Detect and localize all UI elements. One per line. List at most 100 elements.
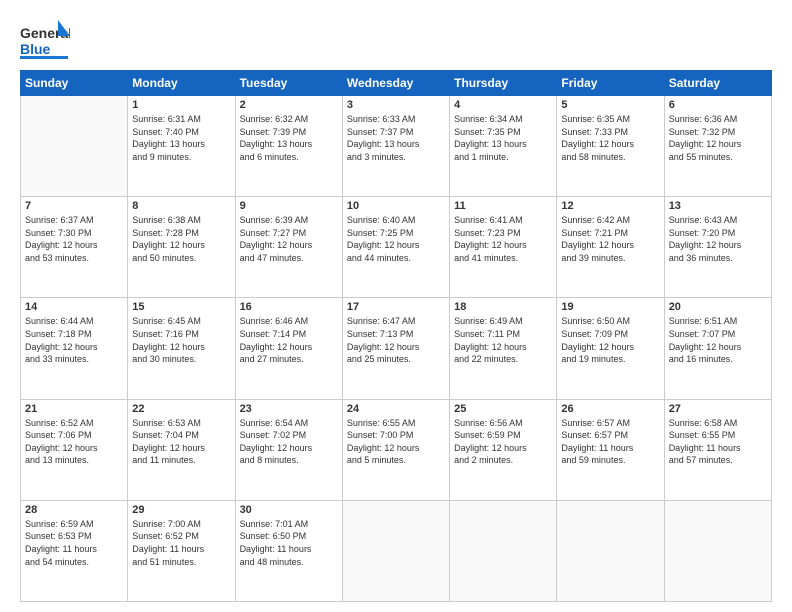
calendar-cell: 25 Sunrise: 6:56 AM Sunset: 6:59 PM Dayli…	[450, 399, 557, 500]
day-number: 12	[561, 200, 659, 212]
calendar-week-4: 28 Sunrise: 6:59 AM Sunset: 6:53 PM Dayli…	[21, 500, 772, 601]
calendar-cell	[557, 500, 664, 601]
day-number: 7	[25, 200, 123, 212]
calendar-cell: 21 Sunrise: 6:52 AM Sunset: 7:06 PM Dayli…	[21, 399, 128, 500]
day-number: 5	[561, 99, 659, 111]
day-info: Sunrise: 6:39 AM Sunset: 7:27 PM Dayligh…	[240, 214, 338, 264]
day-number: 3	[347, 99, 445, 111]
day-number: 10	[347, 200, 445, 212]
day-info: Sunrise: 6:55 AM Sunset: 7:00 PM Dayligh…	[347, 417, 445, 467]
day-info: Sunrise: 6:59 AM Sunset: 6:53 PM Dayligh…	[25, 518, 123, 568]
day-info: Sunrise: 7:00 AM Sunset: 6:52 PM Dayligh…	[132, 518, 230, 568]
logo-icon: General Blue	[20, 18, 70, 62]
calendar-cell: 19 Sunrise: 6:50 AM Sunset: 7:09 PM Dayli…	[557, 298, 664, 399]
day-info: Sunrise: 6:35 AM Sunset: 7:33 PM Dayligh…	[561, 113, 659, 163]
day-info: Sunrise: 6:56 AM Sunset: 6:59 PM Dayligh…	[454, 417, 552, 467]
day-info: Sunrise: 6:33 AM Sunset: 7:37 PM Dayligh…	[347, 113, 445, 163]
calendar-cell: 3 Sunrise: 6:33 AM Sunset: 7:37 PM Daylig…	[342, 96, 449, 197]
calendar-header-thursday: Thursday	[450, 71, 557, 96]
logo: General Blue	[20, 18, 70, 62]
day-info: Sunrise: 6:57 AM Sunset: 6:57 PM Dayligh…	[561, 417, 659, 467]
calendar-header-saturday: Saturday	[664, 71, 771, 96]
calendar-cell: 7 Sunrise: 6:37 AM Sunset: 7:30 PM Daylig…	[21, 197, 128, 298]
calendar-cell: 2 Sunrise: 6:32 AM Sunset: 7:39 PM Daylig…	[235, 96, 342, 197]
day-number: 1	[132, 99, 230, 111]
calendar-cell: 27 Sunrise: 6:58 AM Sunset: 6:55 PM Dayli…	[664, 399, 771, 500]
day-number: 25	[454, 403, 552, 415]
calendar-cell: 24 Sunrise: 6:55 AM Sunset: 7:00 PM Dayli…	[342, 399, 449, 500]
day-number: 14	[25, 301, 123, 313]
day-number: 30	[240, 504, 338, 516]
calendar-table: SundayMondayTuesdayWednesdayThursdayFrid…	[20, 70, 772, 602]
day-info: Sunrise: 6:43 AM Sunset: 7:20 PM Dayligh…	[669, 214, 767, 264]
calendar-header-sunday: Sunday	[21, 71, 128, 96]
day-info: Sunrise: 6:53 AM Sunset: 7:04 PM Dayligh…	[132, 417, 230, 467]
day-number: 15	[132, 301, 230, 313]
page: General Blue SundayMondayTuesdayWednesda…	[0, 0, 792, 612]
day-info: Sunrise: 6:47 AM Sunset: 7:13 PM Dayligh…	[347, 315, 445, 365]
day-info: Sunrise: 6:52 AM Sunset: 7:06 PM Dayligh…	[25, 417, 123, 467]
day-info: Sunrise: 6:58 AM Sunset: 6:55 PM Dayligh…	[669, 417, 767, 467]
day-info: Sunrise: 6:41 AM Sunset: 7:23 PM Dayligh…	[454, 214, 552, 264]
calendar-cell: 12 Sunrise: 6:42 AM Sunset: 7:21 PM Dayli…	[557, 197, 664, 298]
day-number: 28	[25, 504, 123, 516]
day-number: 2	[240, 99, 338, 111]
day-info: Sunrise: 6:50 AM Sunset: 7:09 PM Dayligh…	[561, 315, 659, 365]
calendar-cell: 5 Sunrise: 6:35 AM Sunset: 7:33 PM Daylig…	[557, 96, 664, 197]
day-info: Sunrise: 6:54 AM Sunset: 7:02 PM Dayligh…	[240, 417, 338, 467]
day-number: 19	[561, 301, 659, 313]
day-number: 23	[240, 403, 338, 415]
day-number: 26	[561, 403, 659, 415]
calendar-cell: 20 Sunrise: 6:51 AM Sunset: 7:07 PM Dayli…	[664, 298, 771, 399]
calendar-cell: 8 Sunrise: 6:38 AM Sunset: 7:28 PM Daylig…	[128, 197, 235, 298]
day-number: 4	[454, 99, 552, 111]
calendar-header-friday: Friday	[557, 71, 664, 96]
day-number: 20	[669, 301, 767, 313]
calendar-cell	[664, 500, 771, 601]
calendar-cell: 11Sunrise: 6:41 AM Sunset: 7:23 PM Dayli…	[450, 197, 557, 298]
calendar-cell: 17Sunrise: 6:47 AM Sunset: 7:13 PM Dayli…	[342, 298, 449, 399]
day-info: Sunrise: 6:49 AM Sunset: 7:11 PM Dayligh…	[454, 315, 552, 365]
day-number: 27	[669, 403, 767, 415]
calendar-cell	[342, 500, 449, 601]
calendar-week-0: 1Sunrise: 6:31 AM Sunset: 7:40 PM Daylig…	[21, 96, 772, 197]
calendar-header-wednesday: Wednesday	[342, 71, 449, 96]
day-info: Sunrise: 6:42 AM Sunset: 7:21 PM Dayligh…	[561, 214, 659, 264]
calendar-cell: 28 Sunrise: 6:59 AM Sunset: 6:53 PM Dayli…	[21, 500, 128, 601]
day-info: Sunrise: 6:32 AM Sunset: 7:39 PM Dayligh…	[240, 113, 338, 163]
day-number: 9	[240, 200, 338, 212]
calendar-cell: 4 Sunrise: 6:34 AM Sunset: 7:35 PM Daylig…	[450, 96, 557, 197]
svg-text:Blue: Blue	[20, 41, 51, 57]
calendar-header-tuesday: Tuesday	[235, 71, 342, 96]
day-info: Sunrise: 6:36 AM Sunset: 7:32 PM Dayligh…	[669, 113, 767, 163]
day-info: Sunrise: 7:01 AM Sunset: 6:50 PM Dayligh…	[240, 518, 338, 568]
day-number: 13	[669, 200, 767, 212]
day-number: 24	[347, 403, 445, 415]
calendar-header-row: SundayMondayTuesdayWednesdayThursdayFrid…	[21, 71, 772, 96]
day-info: Sunrise: 6:34 AM Sunset: 7:35 PM Dayligh…	[454, 113, 552, 163]
day-info: Sunrise: 6:45 AM Sunset: 7:16 PM Dayligh…	[132, 315, 230, 365]
day-number: 21	[25, 403, 123, 415]
day-info: Sunrise: 6:38 AM Sunset: 7:28 PM Dayligh…	[132, 214, 230, 264]
day-info: Sunrise: 6:37 AM Sunset: 7:30 PM Dayligh…	[25, 214, 123, 264]
calendar-cell: 9 Sunrise: 6:39 AM Sunset: 7:27 PM Daylig…	[235, 197, 342, 298]
calendar-cell	[450, 500, 557, 601]
calendar-cell: 26 Sunrise: 6:57 AM Sunset: 6:57 PM Dayli…	[557, 399, 664, 500]
day-number: 29	[132, 504, 230, 516]
calendar-cell: 10 Sunrise: 6:40 AM Sunset: 7:25 PM Dayli…	[342, 197, 449, 298]
calendar-cell: 6Sunrise: 6:36 AM Sunset: 7:32 PM Daylig…	[664, 96, 771, 197]
calendar-cell: 29 Sunrise: 7:00 AM Sunset: 6:52 PM Dayli…	[128, 500, 235, 601]
day-number: 8	[132, 200, 230, 212]
day-info: Sunrise: 6:51 AM Sunset: 7:07 PM Dayligh…	[669, 315, 767, 365]
day-number: 22	[132, 403, 230, 415]
day-info: Sunrise: 6:40 AM Sunset: 7:25 PM Dayligh…	[347, 214, 445, 264]
calendar-header-monday: Monday	[128, 71, 235, 96]
calendar-cell: 13 Sunrise: 6:43 AM Sunset: 7:20 PM Dayli…	[664, 197, 771, 298]
day-number: 16	[240, 301, 338, 313]
day-info: Sunrise: 6:44 AM Sunset: 7:18 PM Dayligh…	[25, 315, 123, 365]
calendar-cell: 16Sunrise: 6:46 AM Sunset: 7:14 PM Dayli…	[235, 298, 342, 399]
calendar-cell: 18 Sunrise: 6:49 AM Sunset: 7:11 PM Dayli…	[450, 298, 557, 399]
day-number: 18	[454, 301, 552, 313]
calendar-cell: 23 Sunrise: 6:54 AM Sunset: 7:02 PM Dayli…	[235, 399, 342, 500]
calendar-cell: 22 Sunrise: 6:53 AM Sunset: 7:04 PM Dayli…	[128, 399, 235, 500]
